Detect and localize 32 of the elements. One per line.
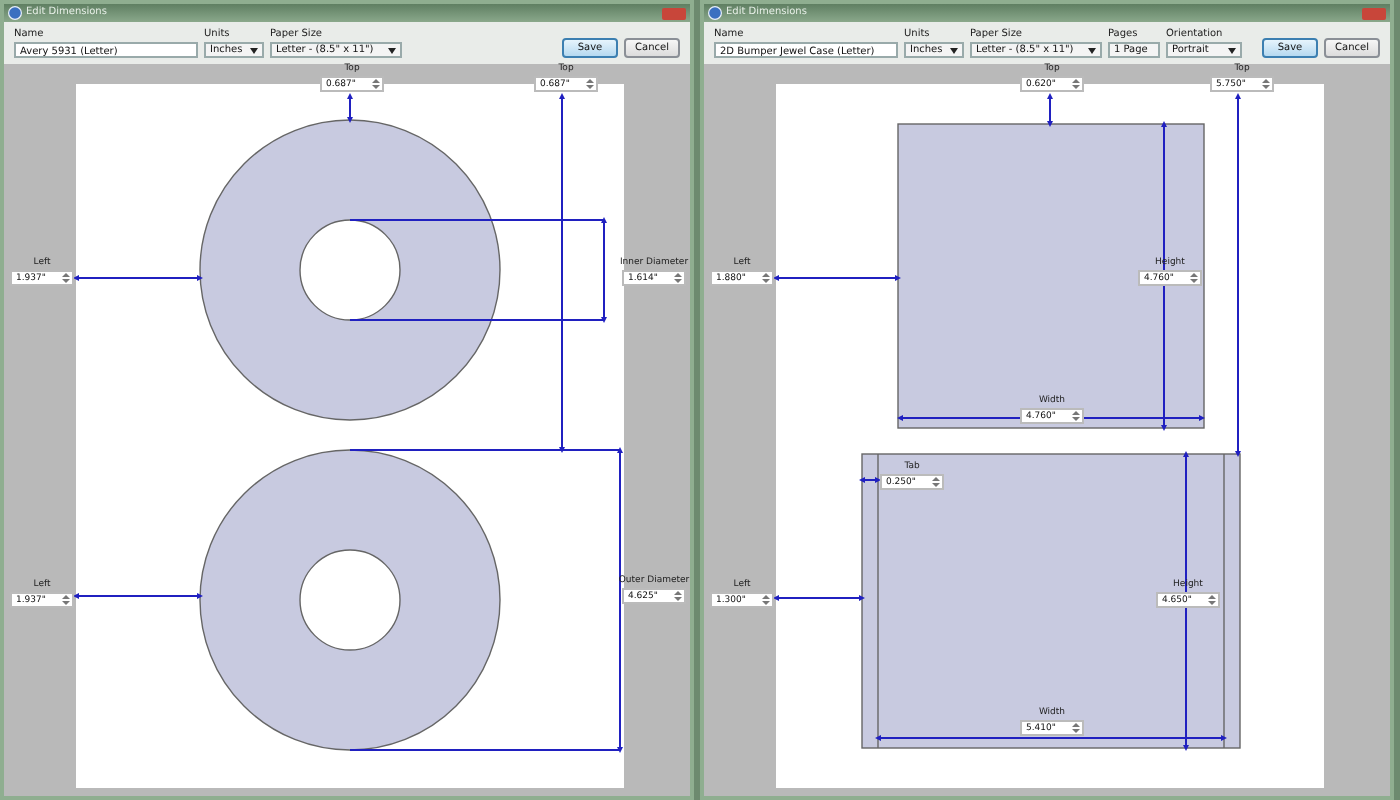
spinner-icon xyxy=(674,272,682,284)
caret-icon xyxy=(1228,47,1236,53)
spinner-icon xyxy=(1072,78,1080,90)
close-button[interactable] xyxy=(662,7,686,19)
close-button[interactable] xyxy=(1362,7,1386,19)
dimension-arrow xyxy=(1047,93,1053,127)
caret-icon xyxy=(950,47,958,53)
spinner-icon xyxy=(62,594,70,606)
dimension-arrow xyxy=(601,217,607,323)
dimension-arrow xyxy=(73,593,203,599)
app-icon xyxy=(8,6,22,20)
spinner-icon xyxy=(1208,594,1216,606)
caret-icon xyxy=(1088,47,1096,53)
spinner-icon xyxy=(932,476,940,488)
spinner-icon xyxy=(586,78,594,90)
dimension-arrow xyxy=(773,275,901,281)
spinner-icon xyxy=(762,594,770,606)
spinner-icon xyxy=(762,272,770,284)
spinner-icon xyxy=(674,590,682,602)
spinner-icon xyxy=(1072,722,1080,734)
spinner-icon xyxy=(1190,272,1198,284)
caret-icon xyxy=(388,47,396,53)
dimension-arrow xyxy=(347,93,353,123)
spinner-icon xyxy=(1262,78,1270,90)
caret-icon xyxy=(250,47,258,53)
spinner-icon xyxy=(1072,410,1080,422)
app-icon xyxy=(708,6,722,20)
dimension-arrow xyxy=(859,477,881,483)
spinner-icon xyxy=(372,78,380,90)
dimension-arrow xyxy=(773,595,865,601)
spinner-icon xyxy=(62,272,70,284)
dimension-arrow xyxy=(73,275,203,281)
